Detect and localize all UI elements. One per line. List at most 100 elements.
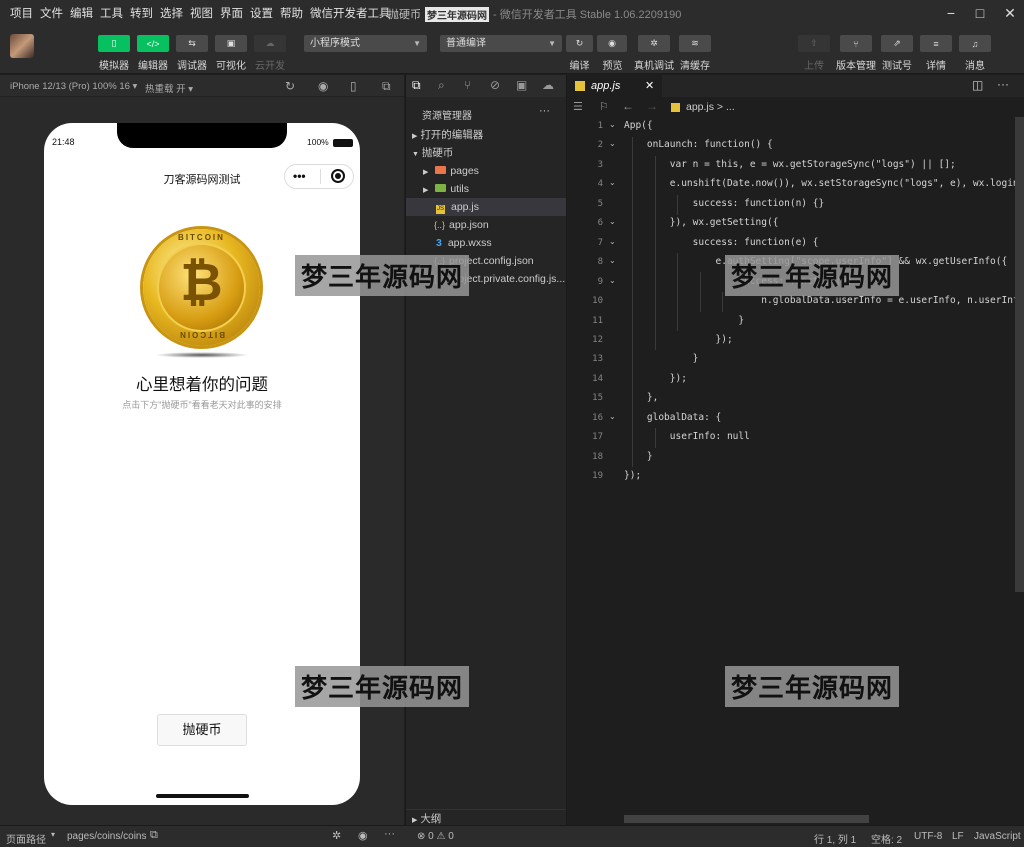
menu-project[interactable]: 项目 [10,5,33,21]
device-select[interactable]: iPhone 12/13 (Pro) 100% 16 ▾ [10,81,137,92]
tree-file-app-wxss[interactable]: 3 app.wxss [406,234,567,252]
compile-select[interactable]: 普通编译 ▼ [440,35,562,52]
avatar[interactable] [10,34,34,58]
version-button[interactable]: ⑂ [840,35,872,52]
cloud-button[interactable]: ☁ [254,35,286,52]
mode-select[interactable]: 小程序模式 ▼ [304,35,427,52]
menu-settings[interactable]: 设置 [250,5,273,21]
close-icon[interactable]: ✕ [645,75,654,97]
menu-edit[interactable]: 编辑 [70,5,93,21]
test-account-button[interactable]: ⇗ [881,35,913,52]
refresh-icon[interactable]: ↻ [285,79,295,93]
project-section[interactable]: ▼ 抛硬币 [406,144,567,162]
fold-icon[interactable]: ⌄ [609,412,616,421]
menu-interface[interactable]: 界面 [220,5,243,21]
line-number: 4 [597,179,603,189]
popout-icon[interactable]: ⧉ [382,79,391,94]
more-icon[interactable]: ··· [384,828,395,840]
cloud-icon[interactable]: ☁ [542,78,554,92]
horizontal-scrollbar[interactable] [624,815,869,823]
code-line: }); [624,470,642,481]
preview-label: 预览 [602,61,623,72]
line-ending[interactable]: LF [952,831,964,842]
extensions-icon[interactable]: ▣ [516,78,527,92]
fold-icon[interactable]: ⌄ [609,178,616,187]
code-area[interactable]: 1 ⌄ App({ 2 ⌄ onLaunch: function() { 3 var … [567,117,1024,825]
details-button[interactable]: ≡ [920,35,952,52]
code-line: }); [624,334,733,345]
fold-icon[interactable]: ⌄ [609,120,616,129]
fold-icon[interactable]: ⌄ [609,256,616,265]
open-editors-section[interactable]: ▶ 打开的编辑器 [406,126,567,144]
flip-coin-button[interactable]: 抛硬币 [157,714,247,746]
split-editor-icon[interactable]: ◫ [972,78,983,92]
more-actions-icon[interactable]: ··· [997,77,1009,91]
chevron-down-icon[interactable]: ▾ [51,830,55,839]
maximize-button[interactable]: □ [969,3,991,23]
simulator-button[interactable]: ▯ [98,35,130,52]
list-icon[interactable]: ☰ [573,100,583,113]
tree-folder-utils[interactable]: ▶ utils [406,180,567,198]
record-icon[interactable]: ◉ [318,79,328,93]
js-file-icon: JS [436,205,445,214]
copy-icon[interactable]: ⧉ [150,829,158,842]
more-icon[interactable]: ··· [539,105,550,117]
back-icon[interactable]: ← [622,99,634,113]
menu-select[interactable]: 选择 [160,5,183,21]
close-window-button[interactable]: ✕ [999,3,1021,23]
editor-label: 编辑器 [138,61,168,72]
source-control-icon[interactable]: ⑂ [464,78,471,92]
phone-icon[interactable]: ▯ [350,79,357,93]
compile-button[interactable]: ↻ [566,35,593,52]
layout-icon: ▣ [226,38,236,48]
fold-icon[interactable]: ⌄ [609,237,616,246]
page-path-label[interactable]: 页面路径 [6,831,46,846]
hint-text: 点击下方"抛硬币"看看老天对此事的安排 [122,400,282,410]
debugger-button[interactable]: ⇆ [176,35,208,52]
bookmark-icon[interactable]: ⚐ [599,100,609,113]
editor-panel: app.js ✕ ◫ ··· ☰ ⚐ ← → app.js > ... 1 ⌄ Ap… [566,75,1024,825]
menu-wechat-devtools[interactable]: 微信开发者工具 [310,5,391,21]
menu-file[interactable]: 文件 [40,5,63,21]
search-icon[interactable]: ⌕ [438,78,445,93]
line-number: 16 [592,413,603,423]
fold-icon[interactable]: ⌄ [609,139,616,148]
fold-icon[interactable]: ⌄ [609,217,616,226]
preview-button[interactable]: ◉ [597,35,627,52]
menu-goto[interactable]: 转到 [130,5,153,21]
eye-icon[interactable]: ◉ [358,829,368,842]
problems-count[interactable]: ⊗ 0 ⚠ 0 [417,831,454,842]
fold-icon[interactable]: ⌄ [609,276,616,285]
bug-icon[interactable]: ✲ [332,829,341,842]
menu-view[interactable]: 视图 [190,5,213,21]
tree-folder-pages[interactable]: ▶ pages [406,162,567,180]
vertical-scrollbar[interactable] [1015,117,1024,592]
real-debug-button[interactable]: ✲ [638,35,670,52]
menu-tools[interactable]: 工具 [100,5,123,21]
files-icon[interactable]: ⧉ [412,78,421,93]
messages-button[interactable]: ♫ [959,35,991,52]
json-file-icon: {..} [434,220,446,230]
editor-button[interactable]: </> [137,35,169,52]
breadcrumb[interactable]: app.js > ... [686,101,735,113]
hot-reload-select[interactable]: 热重载 开 ▾ [145,81,193,95]
language-mode[interactable]: JavaScript [974,831,1021,842]
tree-file-app-json[interactable]: {..} app.json [406,216,567,234]
visual-button[interactable]: ▣ [215,35,247,52]
forward-icon[interactable]: → [646,99,658,113]
menu-help[interactable]: 帮助 [280,5,303,21]
code-line: success: function(n) {} [624,198,825,209]
line-number: 17 [592,432,603,442]
debug-icon[interactable]: ⊘ [490,78,500,92]
editor-tab-app-js[interactable]: app.js ✕ [567,75,662,97]
close-miniprogram-icon[interactable] [331,169,345,183]
more-dots-icon[interactable]: ••• [293,169,306,183]
cursor-position[interactable]: 行 1, 列 1 [814,831,856,846]
indent-spaces[interactable]: 空格: 2 [871,831,902,846]
clear-cache-button[interactable]: ≋ [679,35,711,52]
tree-file-app-js[interactable]: JS app.js [406,198,567,216]
file-encoding[interactable]: UTF-8 [914,831,942,842]
minimize-button[interactable]: − [940,3,962,23]
coin-symbol: ₿ [180,254,223,312]
upload-button[interactable]: ⇧ [798,35,830,52]
